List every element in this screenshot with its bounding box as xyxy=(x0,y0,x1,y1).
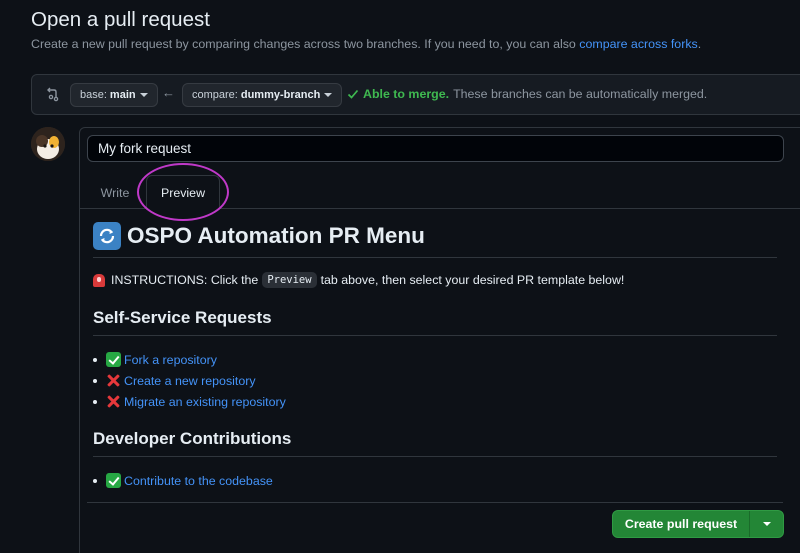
page-subtitle: Create a new pull request by comparing c… xyxy=(31,37,701,51)
compare-branch-select[interactable]: compare: dummy-branch xyxy=(182,83,343,107)
tab-write[interactable]: Write xyxy=(88,175,142,210)
base-branch-name: main xyxy=(109,89,136,101)
create-repository-link[interactable]: Create a new repository xyxy=(124,374,256,388)
fork-repository-link[interactable]: Fork a repository xyxy=(124,353,217,367)
git-compare-icon xyxy=(46,86,62,102)
compare-across-forks-link[interactable]: compare across forks xyxy=(579,37,697,51)
merge-status: Able to merge. These branches can be aut… xyxy=(347,87,707,101)
subtitle-text: Create a new pull request by comparing c… xyxy=(31,37,576,51)
highlight-circle-annotation xyxy=(137,163,229,221)
list-item: Migrate an existing repository xyxy=(93,391,777,412)
create-options-dropdown[interactable] xyxy=(750,511,783,537)
migrate-repository-link[interactable]: Migrate an existing repository xyxy=(124,395,286,409)
create-pull-request-button-group: Create pull request xyxy=(612,510,784,538)
base-branch-select[interactable]: base: main xyxy=(70,83,158,107)
create-pull-request-button[interactable]: Create pull request xyxy=(613,511,750,537)
chevron-down-icon xyxy=(324,93,333,97)
list-item: Create a new repository xyxy=(93,370,777,391)
list-item: Contribute to the codebase xyxy=(93,470,777,491)
chevron-down-icon xyxy=(139,93,148,97)
compare-branch-name: dummy-branch xyxy=(240,89,321,101)
arrow-left-icon: ← xyxy=(162,85,175,100)
divider xyxy=(87,502,783,503)
markdown-preview: OSPO Automation PR Menu INSTRUCTIONS: Cl… xyxy=(93,220,777,491)
instructions-text-end: tab above, then select your desired PR t… xyxy=(320,273,625,287)
compare-prefix: compare: xyxy=(192,89,238,101)
self-service-list: Fork a repository Create a new repositor… xyxy=(93,349,777,412)
base-prefix: base: xyxy=(80,89,107,101)
preview-heading: OSPO Automation PR Menu xyxy=(93,220,777,258)
chevron-down-icon xyxy=(762,522,771,526)
subtitle-end: . xyxy=(697,37,702,51)
avatar[interactable] xyxy=(31,127,65,161)
list-item: Fork a repository xyxy=(93,349,777,370)
merge-ok-text: Able to merge. xyxy=(363,87,450,101)
check-mark-icon xyxy=(106,473,121,488)
cross-mark-icon xyxy=(106,373,121,388)
section-heading: Developer Contributions xyxy=(93,429,777,457)
preview-heading-text: OSPO Automation PR Menu xyxy=(127,222,425,248)
preview-code: Preview xyxy=(262,272,317,288)
instructions-line: INSTRUCTIONS: Click the Preview tab abov… xyxy=(93,272,777,288)
developer-contributions-list: Contribute to the codebase xyxy=(93,470,777,491)
contribute-codebase-link[interactable]: Contribute to the codebase xyxy=(124,474,273,488)
check-mark-icon xyxy=(106,352,121,367)
cross-mark-icon xyxy=(106,394,121,409)
check-icon xyxy=(347,89,359,99)
pr-title-input[interactable] xyxy=(87,135,784,162)
page-title: Open a pull request xyxy=(31,8,210,31)
merge-status-text: These branches can be automatically merg… xyxy=(453,87,708,101)
compare-bar: base: main ← compare: dummy-branch Able … xyxy=(31,74,800,115)
instructions-text: INSTRUCTIONS: Click the xyxy=(111,273,259,287)
siren-icon xyxy=(93,273,105,287)
section-heading: Self-Service Requests xyxy=(93,308,777,336)
refresh-icon xyxy=(93,221,121,250)
